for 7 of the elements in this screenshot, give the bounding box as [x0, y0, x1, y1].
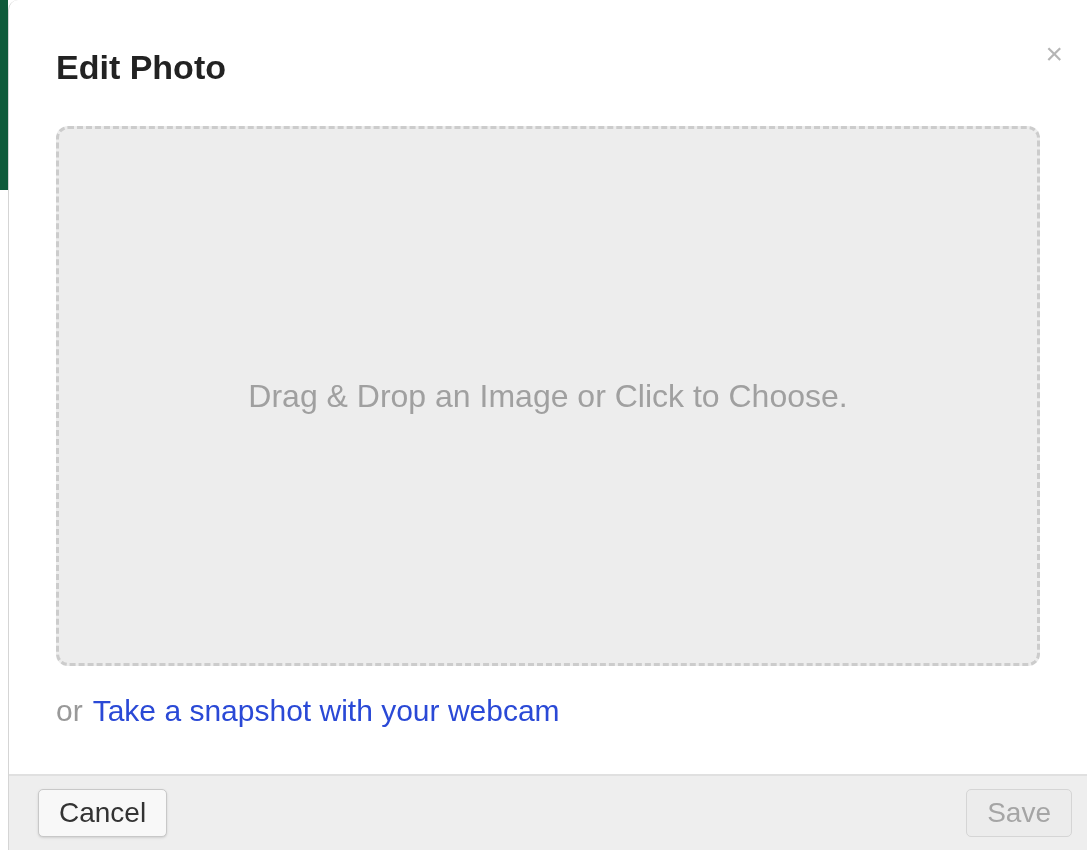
drop-zone[interactable]: Drag & Drop an Image or Click to Choose. [56, 126, 1040, 666]
webcam-link[interactable]: Take a snapshot with your webcam [92, 688, 560, 733]
cancel-button[interactable]: Cancel [38, 789, 168, 837]
dialog-title: Edit Photo [56, 47, 226, 88]
close-button[interactable]: × [1045, 39, 1063, 69]
or-label: or [56, 693, 83, 729]
drop-prompt: Drag & Drop an Image or Click to Choose. [248, 377, 848, 416]
